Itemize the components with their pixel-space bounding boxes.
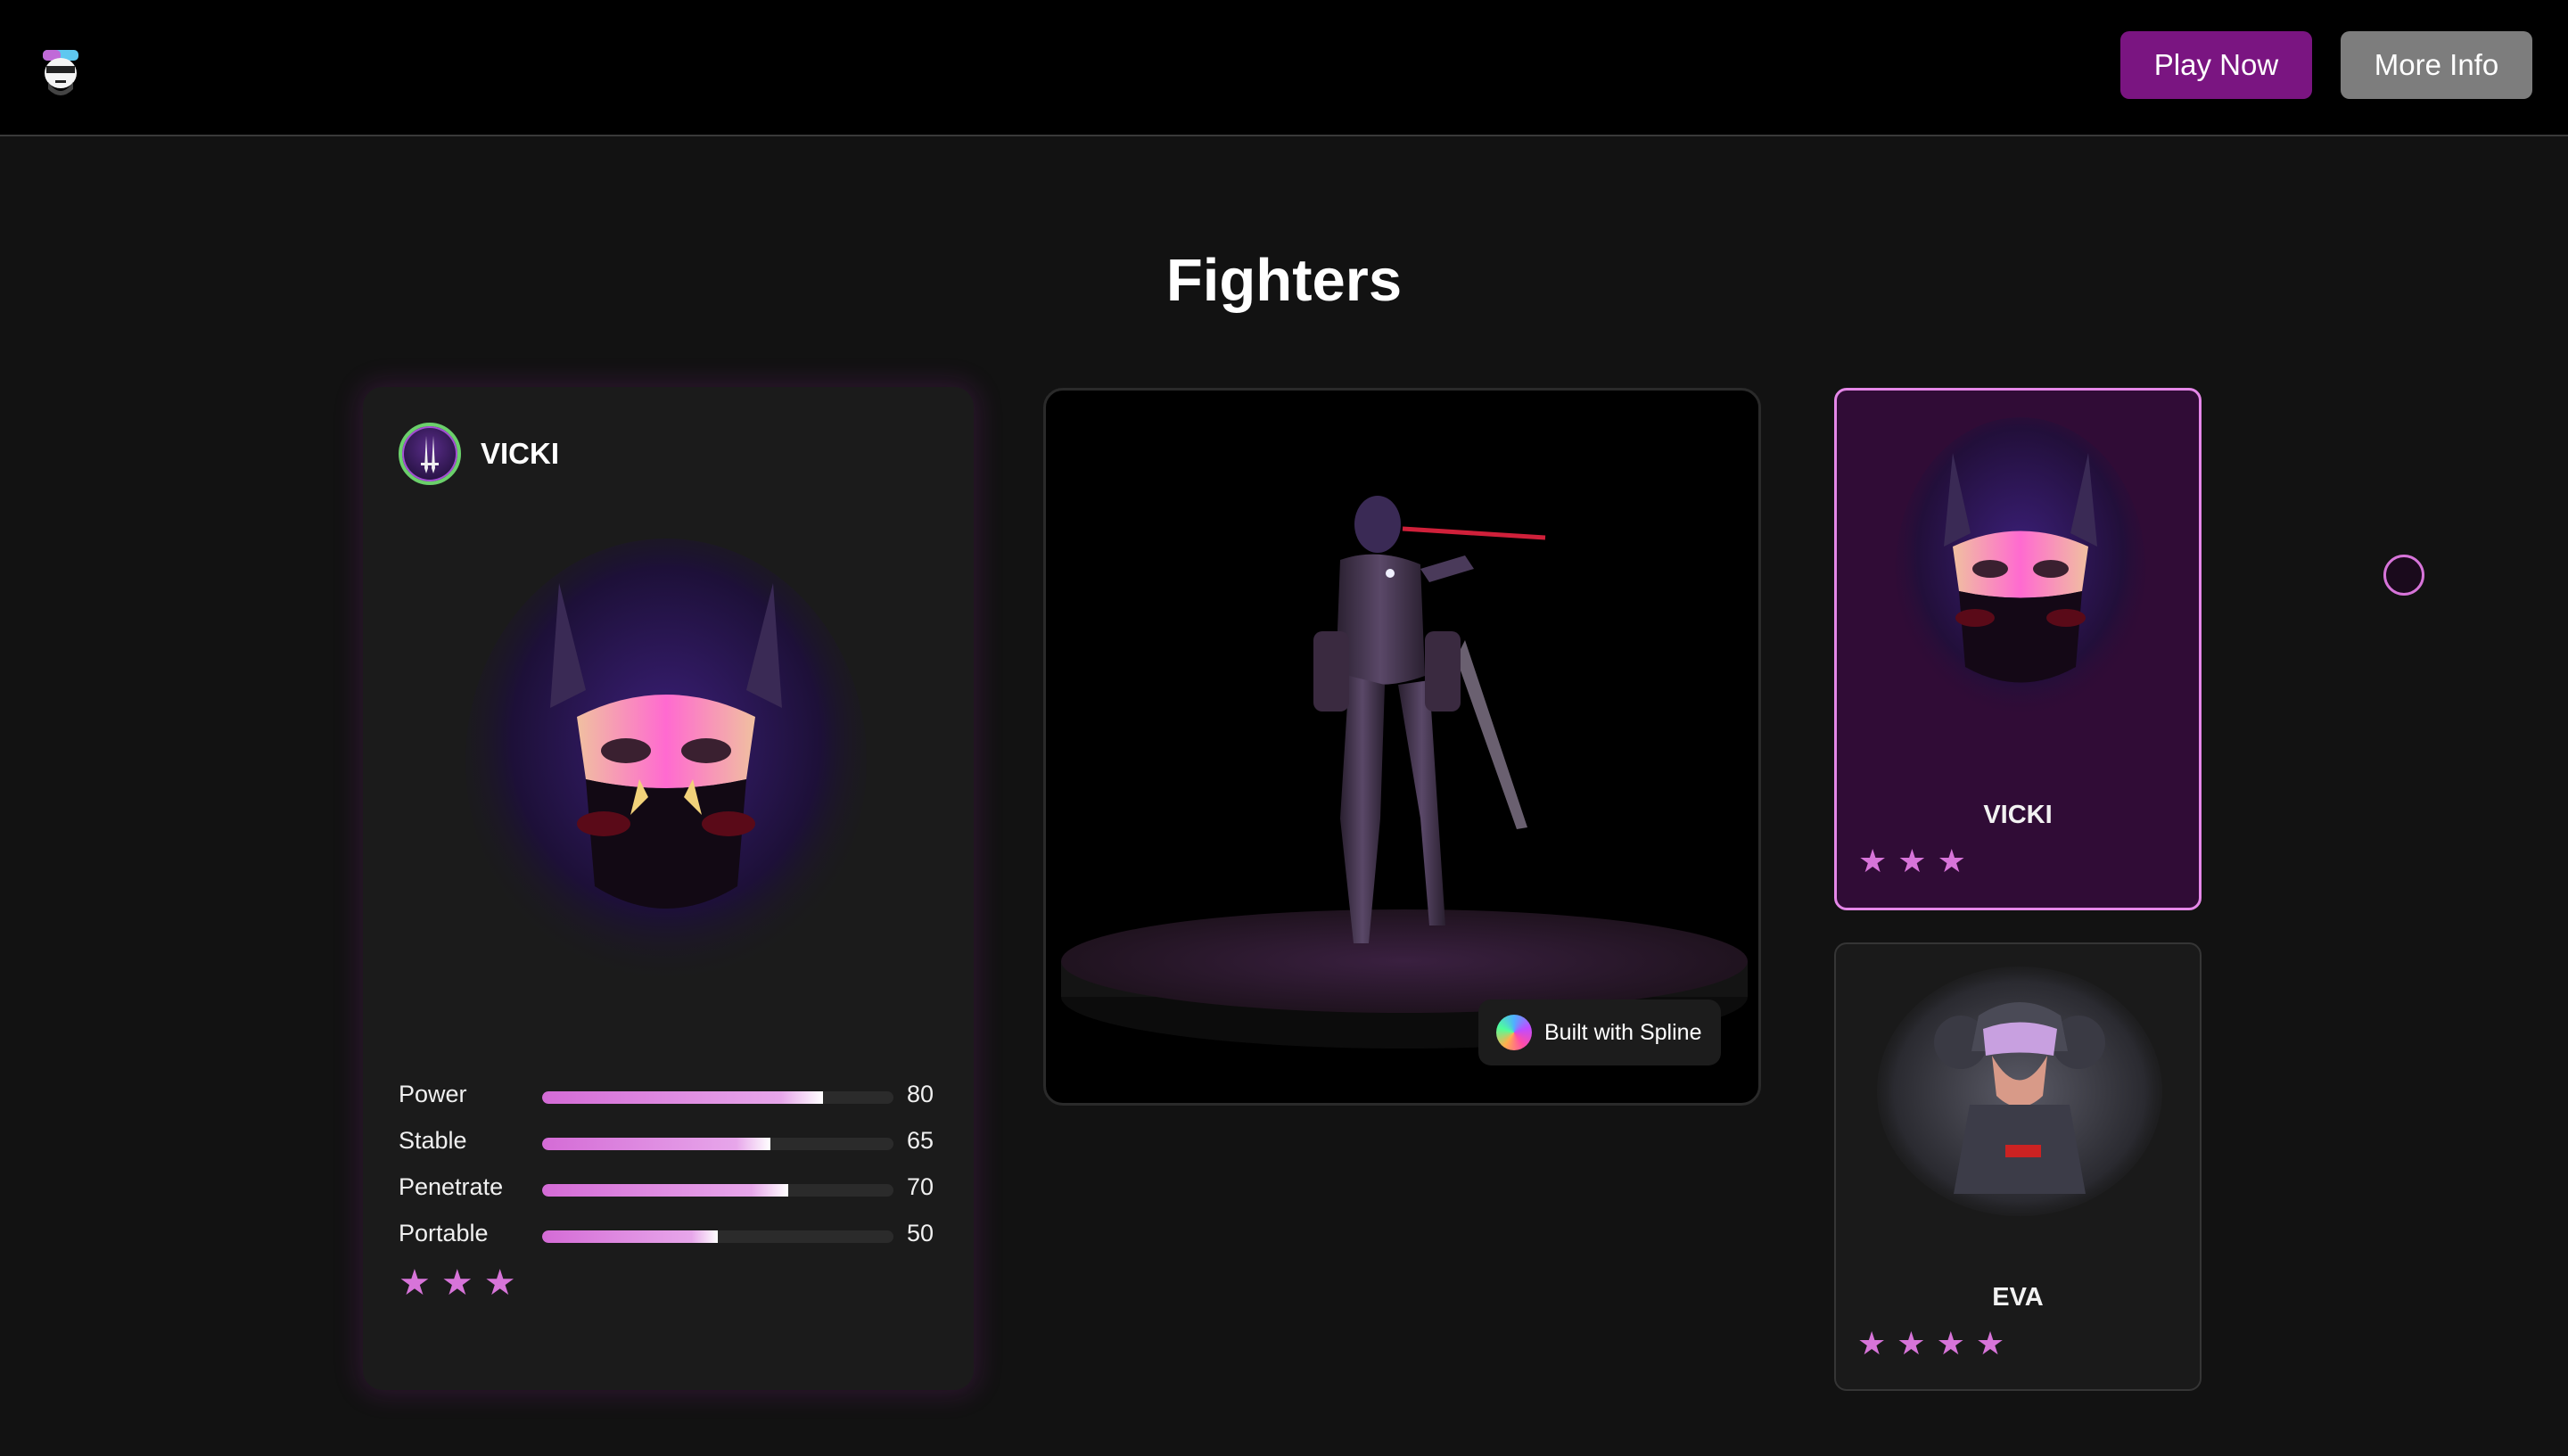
more-info-button[interactable]: More Info — [2341, 31, 2532, 99]
sword-emblem-icon — [399, 423, 461, 485]
model-viewer[interactable]: Built with Spline — [1043, 388, 1761, 1106]
stat-label: Portable — [399, 1220, 489, 1246]
star-icon: ★ — [1858, 843, 1888, 879]
stat-bar-fill — [542, 1230, 718, 1243]
stats-panel: Power 80 Stable 65 Penetrate 70 Portable… — [399, 1073, 951, 1259]
stat-value: 80 — [907, 1081, 934, 1107]
stat-bar-track — [542, 1230, 893, 1243]
star-icon: ★ — [440, 1263, 473, 1303]
built-with-spline-badge[interactable]: Built with Spline — [1478, 999, 1721, 1065]
hacker-mask-icon[interactable] — [36, 45, 86, 100]
stat-row-portable: Portable 50 — [399, 1213, 951, 1259]
stat-value: 50 — [907, 1220, 934, 1246]
fighter-tile-vicki[interactable]: VICKI ★ ★ ★ — [1834, 388, 2202, 910]
stat-row-penetrate: Penetrate 70 — [399, 1166, 951, 1213]
stat-label: Penetrate — [399, 1173, 504, 1200]
fighter-tile-name: EVA — [1992, 1283, 2044, 1312]
stat-row-stable: Stable 65 — [399, 1120, 951, 1166]
carousel-dot-button[interactable] — [2383, 555, 2424, 596]
page-title: Fighters — [1165, 247, 1403, 314]
rating-stars: ★ ★ ★ — [399, 1265, 516, 1301]
fighter-3d-model[interactable] — [1046, 391, 1761, 1106]
stat-bar-fill — [542, 1184, 788, 1197]
fighter-thumbnail — [1877, 967, 2162, 1216]
stat-label: Power — [399, 1081, 467, 1107]
play-now-button[interactable]: Play Now — [2120, 31, 2312, 99]
stat-bar-fill — [542, 1091, 824, 1104]
star-icon: ★ — [1937, 843, 1966, 879]
badge-label: Built with Spline — [1544, 1019, 1702, 1045]
star-icon: ★ — [1936, 1325, 1965, 1361]
star-icon: ★ — [483, 1263, 516, 1303]
rating-stars: ★ ★ ★ — [1858, 845, 1966, 877]
stat-label: Stable — [399, 1127, 467, 1154]
fighter-detail-card: VICKI Power 80 Stable 65 Penetrate 70 Po… — [363, 387, 974, 1390]
star-icon: ★ — [1975, 1325, 2005, 1361]
fighter-tile-eva[interactable]: EVA ★ ★ ★ ★ — [1834, 942, 2202, 1391]
star-icon: ★ — [399, 1263, 431, 1303]
fighter-portrait — [465, 539, 867, 984]
star-icon: ★ — [1897, 843, 1927, 879]
spline-logo-icon — [1496, 1015, 1532, 1050]
stat-value: 70 — [907, 1173, 934, 1200]
rating-stars: ★ ★ ★ ★ — [1857, 1328, 2004, 1360]
top-navbar: Play Now More Info — [0, 0, 2568, 136]
stat-bar-track — [542, 1138, 893, 1150]
fighter-tile-name: VICKI — [1983, 801, 2053, 829]
fighter-thumbnail — [1896, 417, 2145, 720]
stat-value: 65 — [907, 1127, 934, 1154]
stat-bar-track — [542, 1091, 893, 1104]
star-icon: ★ — [1857, 1325, 1887, 1361]
stat-bar-fill — [542, 1138, 771, 1150]
star-icon: ★ — [1897, 1325, 1926, 1361]
stat-bar-track — [542, 1184, 893, 1197]
fighter-name: VICKI — [481, 437, 560, 470]
stat-row-power: Power 80 — [399, 1073, 951, 1120]
